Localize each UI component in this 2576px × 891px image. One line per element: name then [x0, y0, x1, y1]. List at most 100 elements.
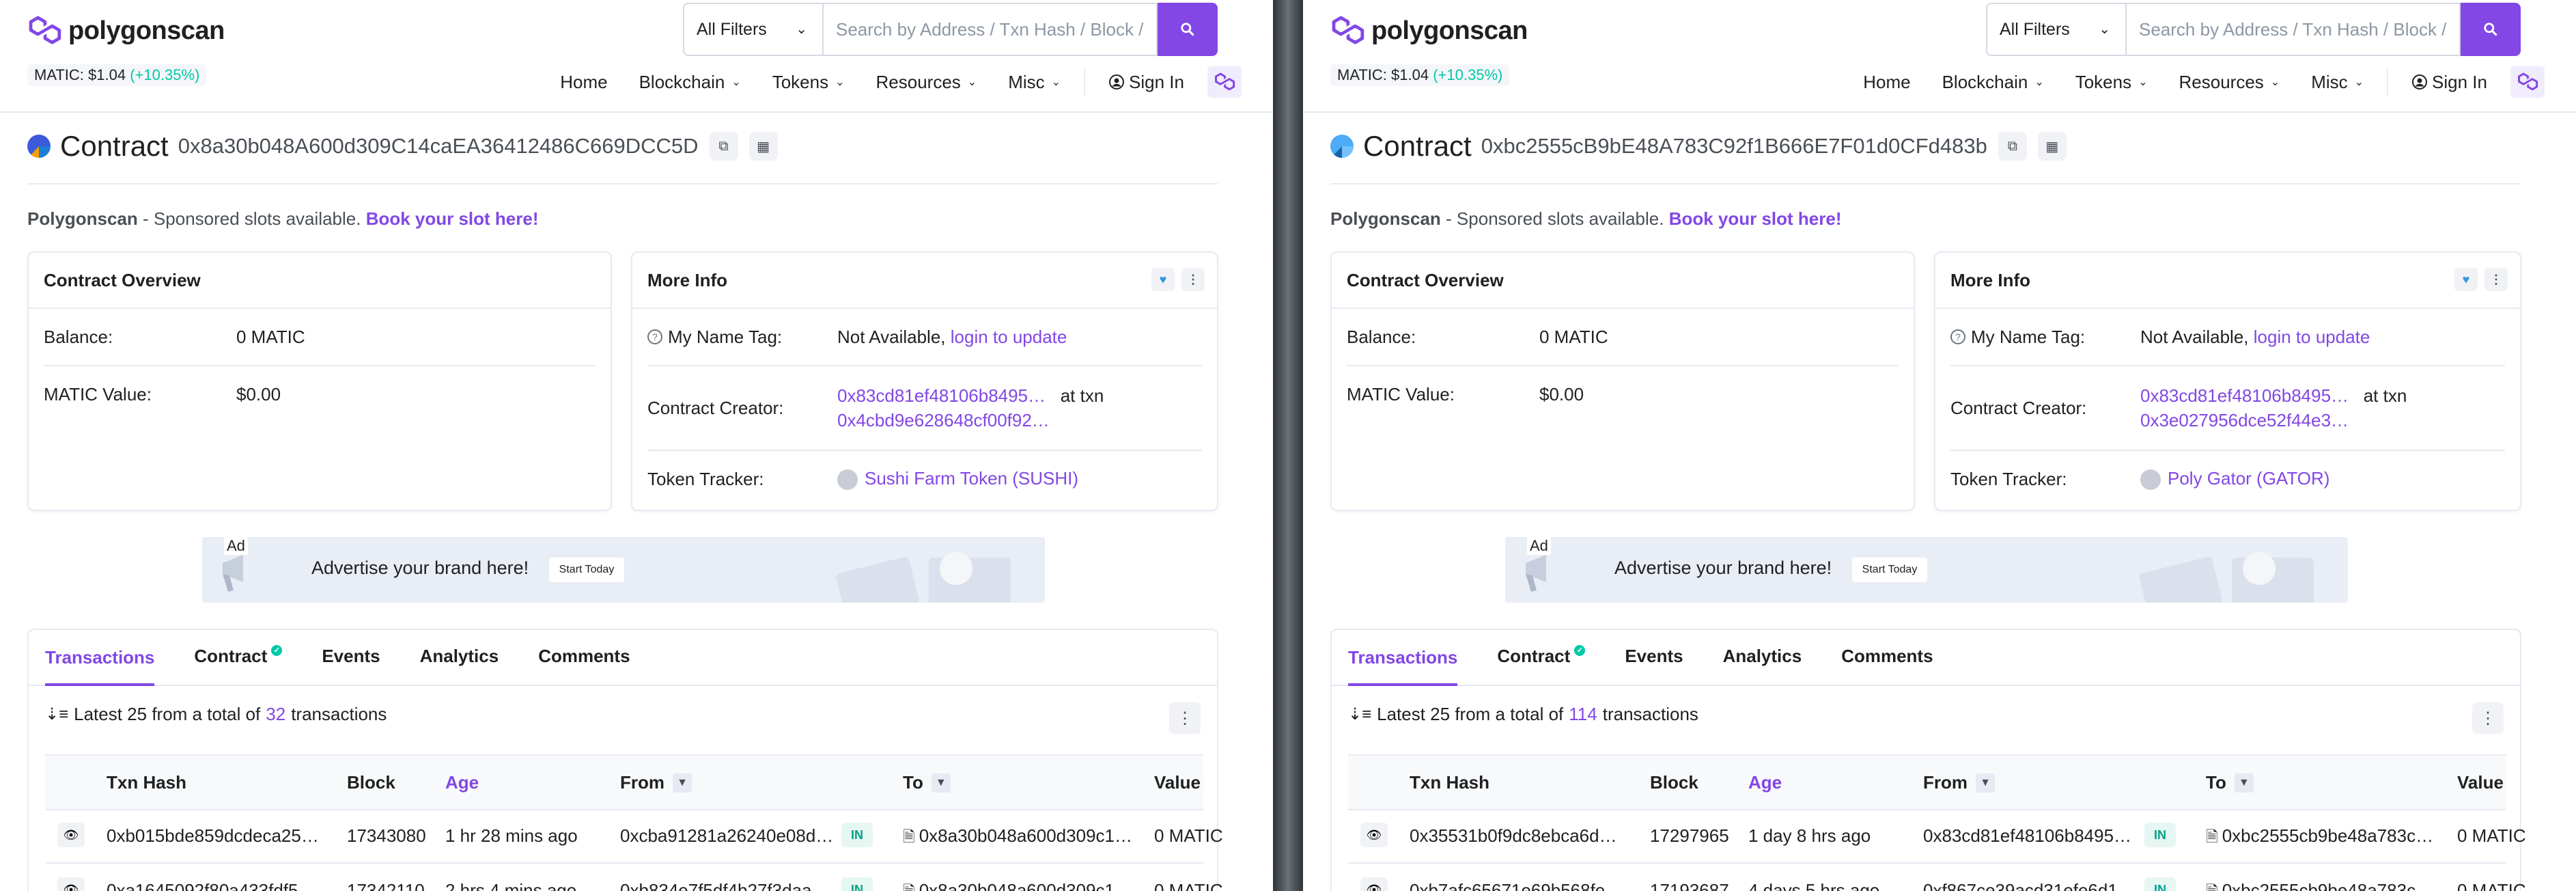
more-options-button[interactable]: ⋮ [2484, 268, 2508, 291]
nav-misc[interactable]: Misc ⌄ [2311, 72, 2364, 93]
logo[interactable]: polygonscan [1330, 14, 1528, 48]
contract-identicon-icon [1330, 135, 1354, 158]
filter-icon[interactable]: ▼ [1976, 773, 1995, 793]
filter-icon[interactable]: ▼ [673, 773, 692, 793]
balance-label: Balance: [1347, 326, 1416, 347]
book-slot-link[interactable]: Book your slot here! [366, 208, 539, 229]
nav-blockchain[interactable]: Blockchain ⌄ [639, 72, 741, 93]
chevron-down-icon: ⌄ [967, 77, 977, 88]
tab-comments[interactable]: Comments [1841, 646, 1933, 685]
from-link[interactable]: 0xb834e7f5df4b27f3daa… [620, 880, 830, 891]
tab-events[interactable]: Events [322, 646, 380, 685]
tab-contract[interactable]: Contract ✓ [194, 644, 283, 685]
login-to-update-link[interactable]: login to update [951, 327, 1067, 347]
block-link[interactable]: 17343080 [347, 825, 426, 847]
name-tag-label: My Name Tag: [668, 326, 783, 347]
favorite-button[interactable]: ♥ [1151, 268, 1175, 291]
tab-label: Events [1625, 646, 1683, 666]
col-age[interactable]: Age [1748, 772, 1782, 793]
creator-address-link[interactable]: 0x83cd81ef48106b8495… [2140, 385, 2349, 406]
favorite-button[interactable]: ♥ [2454, 268, 2478, 291]
summary-count[interactable]: 114 [1569, 704, 1597, 725]
tab-events[interactable]: Events [1625, 646, 1683, 685]
col-age[interactable]: Age [445, 772, 479, 793]
login-to-update-link[interactable]: login to update [2254, 327, 2370, 347]
nav-resources[interactable]: Resources ⌄ [876, 72, 977, 93]
creator-address-link[interactable]: 0x83cd81ef48106b8495… [837, 385, 1046, 406]
verified-check-icon: ✓ [1574, 644, 1586, 656]
token-tracker-link[interactable]: Poly Gator (GATOR) [2168, 468, 2329, 489]
tab-bar: Transactions Contract ✓ Events Analytics … [1332, 630, 2520, 686]
nav-signin[interactable]: Sign In [2411, 72, 2487, 93]
tab-comments[interactable]: Comments [538, 646, 630, 685]
qr-code-button[interactable]: ▦ [2037, 132, 2067, 161]
book-slot-link[interactable]: Book your slot here! [1669, 208, 1842, 229]
tab-transactions[interactable]: Transactions [1348, 647, 1458, 686]
tab-contract[interactable]: Contract ✓ [1497, 644, 1586, 685]
filter-select[interactable]: All Filters ⌄ [1986, 3, 2125, 56]
copy-button[interactable]: ⧉ [1998, 132, 2027, 161]
txn-hash-link[interactable]: 0x35531b0f9dc8ebca6d… [1410, 825, 1617, 847]
nav-blockchain[interactable]: Blockchain ⌄ [1942, 72, 2044, 93]
transactions-card: Transactions Contract ✓ Events Analytics … [1330, 629, 2526, 891]
polygon-logo-icon [29, 16, 61, 44]
filter-icon[interactable]: ▼ [931, 773, 951, 793]
eye-icon[interactable]: 👁 [1360, 877, 1388, 891]
nav-home[interactable]: Home [1863, 72, 1910, 93]
nav-tokens[interactable]: Tokens ⌄ [2075, 72, 2148, 93]
from-link[interactable]: 0xcba91281a26240e08d… [620, 825, 833, 847]
summary-suffix: transactions [291, 704, 387, 724]
window-divider[interactable] [1273, 0, 1303, 891]
tab-analytics[interactable]: Analytics [1723, 646, 1802, 685]
block-link[interactable]: 17297965 [1650, 825, 1729, 847]
ad-banner[interactable]: Ad Advertise your brand here! Start Toda… [1505, 537, 2348, 603]
brand-name: polygonscan [1371, 16, 1528, 45]
txn-hash-link[interactable]: 0xb7afc65671e69b568fe… [1410, 880, 1623, 891]
copy-button[interactable]: ⧉ [709, 132, 738, 161]
filter-select[interactable]: All Filters ⌄ [683, 3, 822, 56]
filter-icon[interactable]: ▼ [2234, 773, 2254, 793]
creator-txn-link[interactable]: 0x4cbd9e628648cf00f92… [837, 408, 1202, 433]
logo[interactable]: polygonscan [27, 14, 225, 48]
txn-hash-link[interactable]: 0xb015bde859dcdeca25… [107, 825, 319, 847]
start-today-button[interactable]: Start Today [549, 558, 624, 582]
table-options-button[interactable]: ⋮ [1169, 702, 1201, 734]
block-link[interactable]: 17193687 [1650, 880, 1729, 891]
search-input[interactable] [822, 3, 1158, 56]
chevron-down-icon: ⌄ [796, 22, 807, 37]
creator-label: Contract Creator: [647, 397, 784, 418]
search-input[interactable] [2125, 3, 2461, 56]
eye-icon[interactable]: 👁 [1360, 823, 1388, 847]
col-to-label: To [903, 772, 923, 793]
summary-count[interactable]: 32 [266, 704, 285, 725]
from-link[interactable]: 0x83cd81ef48106b8495… [1923, 825, 2131, 847]
nav-signin[interactable]: Sign In [1108, 72, 1184, 93]
token-tracker-link[interactable]: Sushi Farm Token (SUSHI) [865, 468, 1078, 489]
col-block: Block [347, 772, 395, 793]
nav-misc[interactable]: Misc ⌄ [1008, 72, 1061, 93]
col-block: Block [1650, 772, 1698, 793]
file-contract-icon: 🗎 [903, 828, 915, 845]
tab-analytics[interactable]: Analytics [420, 646, 499, 685]
txn-hash-link[interactable]: 0xa1645092f80a433fdf5… [107, 880, 316, 891]
tab-transactions[interactable]: Transactions [45, 647, 155, 686]
network-switch-button[interactable] [1207, 66, 1242, 98]
nav-resources[interactable]: Resources ⌄ [2179, 72, 2280, 93]
search-button[interactable] [1158, 3, 1218, 56]
start-today-button[interactable]: Start Today [1852, 558, 1927, 582]
eye-icon[interactable]: 👁 [57, 877, 85, 891]
more-options-button[interactable]: ⋮ [1181, 268, 1205, 291]
nav-home[interactable]: Home [560, 72, 607, 93]
matic-value-value: $0.00 [1539, 383, 1584, 405]
ad-banner[interactable]: Ad Advertise your brand here! Start Toda… [202, 537, 1045, 603]
table-options-button[interactable]: ⋮ [2472, 702, 2504, 734]
search-button[interactable] [2461, 3, 2521, 56]
from-link[interactable]: 0xf867ce39acd31efe6d1… [1923, 880, 2136, 891]
nav-tokens[interactable]: Tokens ⌄ [772, 72, 845, 93]
qr-code-button[interactable]: ▦ [748, 132, 778, 161]
network-switch-button[interactable] [2510, 66, 2545, 98]
creator-txn-link[interactable]: 0x3e027956dce52f44e3… [2140, 408, 2505, 433]
eye-icon[interactable]: 👁 [57, 823, 85, 847]
block-link[interactable]: 17342110 [347, 880, 425, 891]
col-from: From ▼ [1923, 772, 1995, 793]
